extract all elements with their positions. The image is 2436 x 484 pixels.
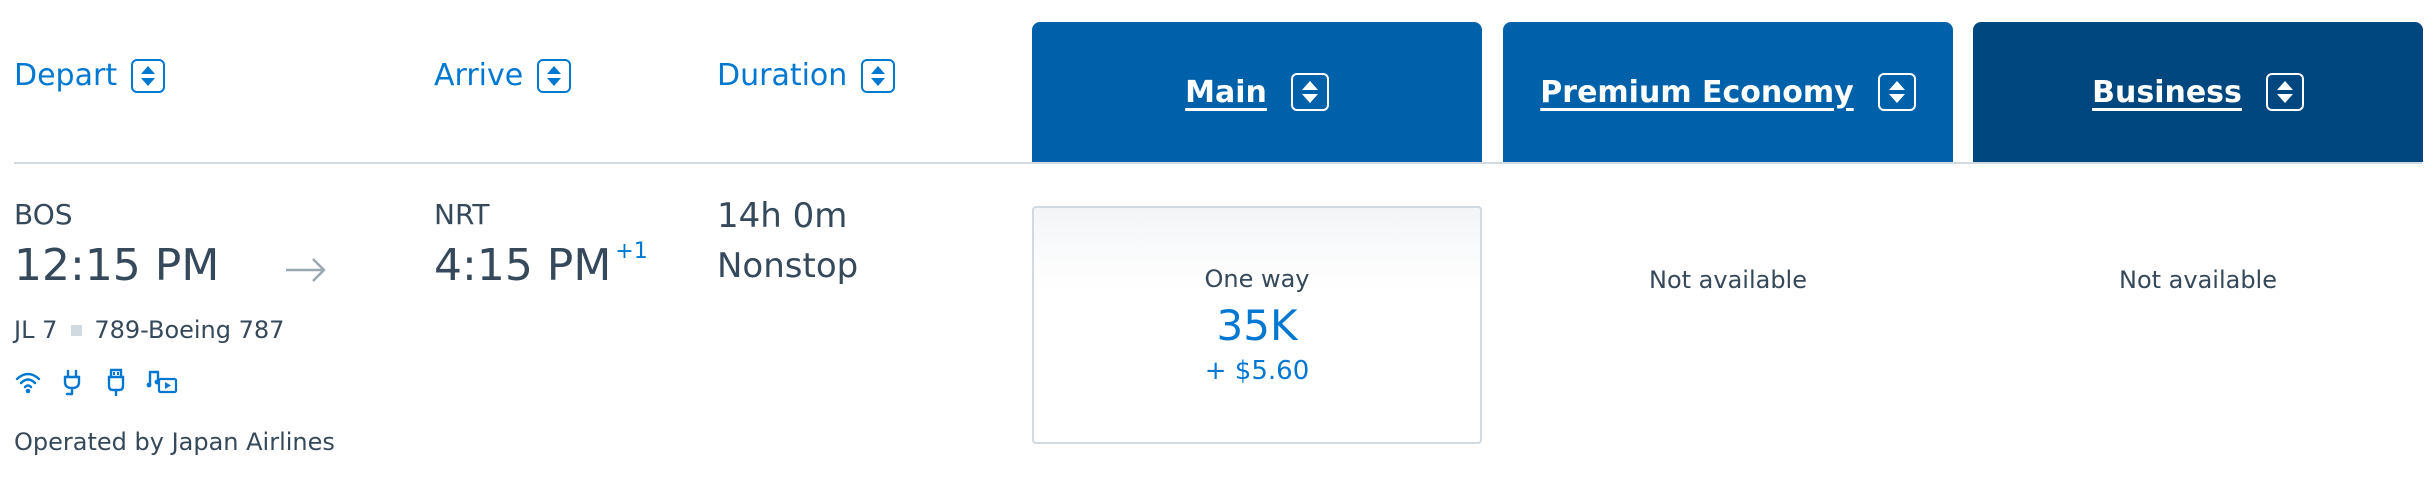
aircraft-type: 789-Boeing 787: [94, 316, 285, 344]
arrival-time-group: 4:15 PM +1: [434, 239, 648, 291]
stops-label: Nonstop: [717, 246, 859, 286]
separator-square: [71, 324, 83, 336]
business-unavailable: Not available: [2118, 266, 2277, 294]
sort-arrive-header[interactable]: Arrive: [434, 58, 572, 93]
cabin-business-header[interactable]: Business: [1973, 22, 2423, 162]
sort-depart-header[interactable]: Depart: [14, 58, 166, 93]
cabin-main-label: Main: [1185, 74, 1267, 110]
premium-economy-unavailable: Not available: [1648, 266, 1807, 294]
arrive-header-label: Arrive: [434, 58, 524, 93]
arrive-time: 4:15 PM: [434, 240, 612, 291]
depart-time: 12:15 PM: [14, 240, 220, 291]
sort-icon[interactable]: [1877, 73, 1916, 111]
destination-code: NRT: [434, 198, 490, 231]
sort-icon[interactable]: [861, 58, 896, 93]
operated-by: Operated by Japan Airlines: [14, 428, 335, 456]
flight-details: JL 7 789-Boeing 787: [14, 316, 284, 344]
flight-number[interactable]: JL 7: [14, 316, 57, 344]
power-outlet-icon: [58, 368, 86, 400]
entertainment-icon: [146, 368, 178, 400]
trip-type: One way: [1204, 264, 1310, 293]
sort-icon[interactable]: [131, 58, 166, 93]
fare-miles: 35K: [1216, 300, 1298, 350]
duration-header-label: Duration: [717, 58, 848, 93]
sort-duration-header[interactable]: Duration: [717, 58, 896, 93]
cabin-business-label: Business: [2092, 74, 2242, 110]
header-divider: [14, 162, 2422, 164]
depart-header-label: Depart: [14, 58, 118, 93]
cabin-premium-economy-header[interactable]: Premium Economy: [1503, 22, 1953, 162]
wifi-icon: [14, 368, 42, 400]
cabin-main-header[interactable]: Main: [1032, 22, 1482, 162]
origin-code: BOS: [14, 198, 73, 231]
sort-icon[interactable]: [2265, 73, 2304, 111]
main-fare-card[interactable]: One way 35K + $5.60: [1032, 206, 1482, 444]
fare-fees: + $5.60: [1204, 355, 1310, 386]
arrow-right-icon: [284, 255, 328, 289]
sort-icon[interactable]: [537, 58, 572, 93]
sort-icon[interactable]: [1290, 73, 1329, 111]
day-offset: +1: [615, 239, 648, 264]
amenities: [14, 368, 178, 400]
cabin-premium-economy-label: Premium Economy: [1540, 74, 1854, 110]
flight-duration: 14h 0m: [717, 196, 848, 236]
usb-icon: [102, 368, 130, 400]
